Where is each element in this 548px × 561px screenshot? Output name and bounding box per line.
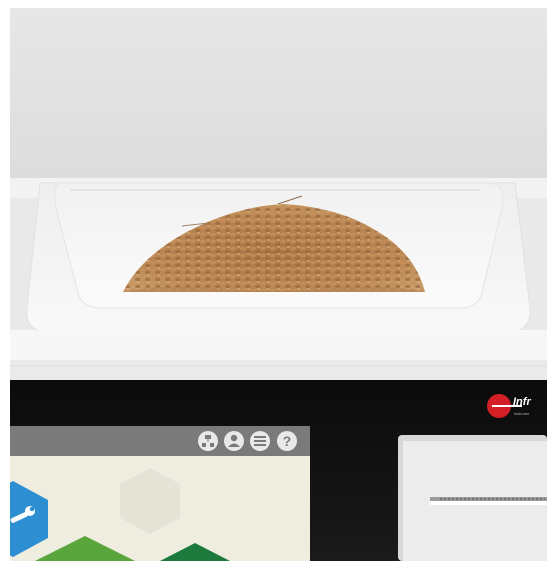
photo-scene: Infr instrume ? xyxy=(10,8,547,561)
menu-icon[interactable] xyxy=(250,431,270,451)
printer-panel xyxy=(398,435,547,561)
network-icon[interactable] xyxy=(198,431,218,451)
brand-subtext: instrume xyxy=(514,411,530,416)
help-icon[interactable]: ? xyxy=(277,431,297,451)
background-wall xyxy=(10,8,547,183)
photo-svg: Infr instrume ? xyxy=(10,8,547,561)
user-icon[interactable] xyxy=(224,431,244,451)
touch-screen[interactable]: ? xyxy=(10,426,310,561)
brand-name: Infr xyxy=(513,396,531,408)
help-glyph: ? xyxy=(283,433,292,449)
